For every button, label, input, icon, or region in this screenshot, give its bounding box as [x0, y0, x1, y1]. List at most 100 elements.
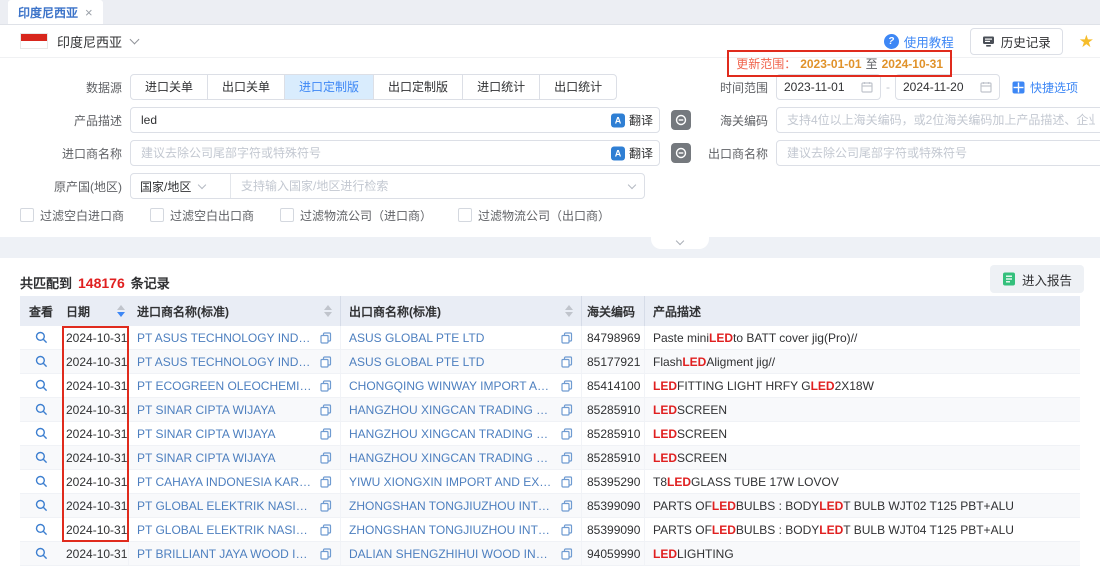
exporter-link[interactable]: HANGZHOU XINGCAN TRADING CO LTD [349, 451, 555, 465]
header-date[interactable]: 日期 [62, 296, 129, 326]
end-date-input[interactable]: 2024-11-20 [895, 74, 1000, 100]
view-icon[interactable] [35, 403, 48, 416]
product-desc-input[interactable] [130, 107, 660, 133]
view-icon[interactable] [35, 355, 48, 368]
view-icon[interactable] [35, 331, 48, 344]
checkbox-box[interactable] [20, 208, 34, 222]
sort-icons[interactable] [565, 305, 573, 317]
importer-link[interactable]: PT SINAR CIPTA WIJAYA [137, 427, 314, 441]
data-source-tab[interactable]: 出口定制版 [373, 74, 463, 100]
view-icon[interactable] [35, 451, 48, 464]
exporter-link[interactable]: HANGZHOU XINGCAN TRADING CO LTD [349, 403, 555, 417]
exporter-link[interactable]: ASUS GLOBAL PTE LTD [349, 331, 555, 345]
importer-link[interactable]: PT GLOBAL ELEKTRIK NASIONAL [137, 523, 314, 537]
importer-link[interactable]: PT SINAR CIPTA WIJAYA [137, 403, 314, 417]
header-exporter[interactable]: 出口商名称(标准) [341, 296, 582, 326]
importer-link[interactable]: PT CAHAYA INDONESIA KARGO [137, 475, 314, 489]
chevron-down-icon[interactable] [130, 34, 140, 44]
importer-link[interactable]: PT SINAR CIPTA WIJAYA [137, 451, 314, 465]
collapse-form-button[interactable] [651, 237, 709, 249]
copy-icon[interactable] [561, 428, 573, 440]
filter-checkbox[interactable]: 过滤物流公司（进口商） [280, 207, 432, 224]
table-row[interactable]: 2024-10-31 PT SINAR CIPTA WIJAYA HANGZHO… [20, 446, 1080, 470]
filter-checkbox[interactable]: 过滤空白进口商 [20, 207, 124, 224]
checkbox-box[interactable] [458, 208, 472, 222]
data-source-tab[interactable]: 出口关单 [207, 74, 285, 100]
checkbox-box[interactable] [280, 208, 294, 222]
table-row[interactable]: 2024-10-31 PT SINAR CIPTA WIJAYA HANGZHO… [20, 398, 1080, 422]
exporter-link[interactable]: ZHONGSHAN TONGJIUZHOU INTERNA... [349, 499, 555, 513]
view-icon[interactable] [35, 427, 48, 440]
data-source-tab[interactable]: 出口统计 [539, 74, 617, 100]
view-icon[interactable] [35, 547, 48, 560]
importer-link[interactable]: PT ECOGREEN OLEOCHEMICALS [137, 379, 314, 393]
table-row[interactable]: 2024-10-31 PT GLOBAL ELEKTRIK NASIONAL Z… [20, 494, 1080, 518]
table-row[interactable]: 2024-10-31 PT GLOBAL ELEKTRIK NASIONAL Z… [20, 518, 1080, 542]
importer-link[interactable]: PT BRILLIANT JAYA WOOD INDUSTRY [137, 547, 314, 561]
table-row[interactable]: 2024-10-31 PT BRILLIANT JAYA WOOD INDUST… [20, 542, 1080, 566]
table-row[interactable]: 2024-10-31 PT ASUS TECHNOLOGY INDONESIA … [20, 350, 1080, 374]
translate-button[interactable]: 翻译 [607, 112, 653, 129]
table-row[interactable]: 2024-10-31 PT ECOGREEN OLEOCHEMICALS CHO… [20, 374, 1080, 398]
translate-button[interactable]: 翻译 [607, 145, 653, 162]
table-row[interactable]: 2024-10-31 PT ASUS TECHNOLOGY INDONESIA … [20, 326, 1080, 350]
copy-icon[interactable] [561, 524, 573, 536]
copy-icon[interactable] [561, 548, 573, 560]
copy-icon[interactable] [320, 428, 332, 440]
tab-indonesia[interactable]: 印度尼西亚 × [8, 0, 103, 24]
copy-icon[interactable] [561, 452, 573, 464]
sort-icons[interactable] [324, 305, 332, 317]
view-icon[interactable] [35, 475, 48, 488]
copy-icon[interactable] [320, 548, 332, 560]
match-mode-button[interactable] [671, 143, 691, 163]
match-mode-button[interactable] [671, 110, 691, 130]
data-source-tab[interactable]: 进口定制版 [284, 74, 374, 100]
copy-icon[interactable] [561, 380, 573, 392]
data-source-tab[interactable]: 进口关单 [130, 74, 208, 100]
tutorial-link[interactable]: 使用教程 [884, 32, 954, 51]
filter-checkbox[interactable]: 过滤空白出口商 [150, 207, 254, 224]
filter-checkbox[interactable]: 过滤物流公司（出口商） [458, 207, 610, 224]
copy-icon[interactable] [561, 332, 573, 344]
exporter-link[interactable]: ZHONGSHAN TONGJIUZHOU INTERNA... [349, 523, 555, 537]
copy-icon[interactable] [561, 404, 573, 416]
importer-link[interactable]: PT ASUS TECHNOLOGY INDONESIA BA... [137, 355, 314, 369]
importer-link[interactable]: PT GLOBAL ELEKTRIK NASIONAL [137, 499, 314, 513]
quick-options-link[interactable]: 快捷选项 [1012, 79, 1078, 96]
exporter-link[interactable]: ASUS GLOBAL PTE LTD [349, 355, 555, 369]
copy-icon[interactable] [320, 380, 332, 392]
exporter-link[interactable]: YIWU XIONGXIN IMPORT AND EXPORT... [349, 475, 555, 489]
header-importer[interactable]: 进口商名称(标准) [129, 296, 341, 326]
view-icon[interactable] [35, 379, 48, 392]
view-icon[interactable] [35, 499, 48, 512]
country-selector[interactable]: 印度尼西亚 [57, 32, 122, 51]
importer-link[interactable]: PT ASUS TECHNOLOGY INDONESIA BA... [137, 331, 314, 345]
copy-icon[interactable] [561, 356, 573, 368]
enter-report-button[interactable]: 进入报告 [990, 265, 1084, 293]
table-row[interactable]: 2024-10-31 PT CAHAYA INDONESIA KARGO YIW… [20, 470, 1080, 494]
copy-icon[interactable] [320, 476, 332, 488]
exporter-link[interactable]: HANGZHOU XINGCAN TRADING CO LTD [349, 427, 555, 441]
view-icon[interactable] [35, 523, 48, 536]
checkbox-box[interactable] [150, 208, 164, 222]
table-row[interactable]: 2024-10-31 PT SINAR CIPTA WIJAYA HANGZHO… [20, 422, 1080, 446]
close-icon[interactable]: × [85, 5, 93, 20]
origin-type-select[interactable]: 国家/地区 [131, 174, 231, 198]
copy-icon[interactable] [320, 500, 332, 512]
copy-icon[interactable] [561, 476, 573, 488]
hs-code-input[interactable] [776, 107, 1100, 133]
origin-country-input[interactable] [231, 175, 629, 197]
exporter-link[interactable]: DALIAN SHENGZHIHUI WOOD INDUST... [349, 547, 555, 561]
copy-icon[interactable] [561, 500, 573, 512]
copy-icon[interactable] [320, 404, 332, 416]
copy-icon[interactable] [320, 332, 332, 344]
chevron-down-icon[interactable] [628, 180, 636, 188]
data-source-tab[interactable]: 进口统计 [462, 74, 540, 100]
history-button[interactable]: 历史记录 [970, 28, 1063, 55]
copy-icon[interactable] [320, 524, 332, 536]
copy-icon[interactable] [320, 356, 332, 368]
sort-icons[interactable] [117, 305, 125, 317]
copy-icon[interactable] [320, 452, 332, 464]
favorite-star-icon[interactable]: ★ [1079, 33, 1094, 50]
start-date-input[interactable]: 2023-11-01 [776, 74, 881, 100]
